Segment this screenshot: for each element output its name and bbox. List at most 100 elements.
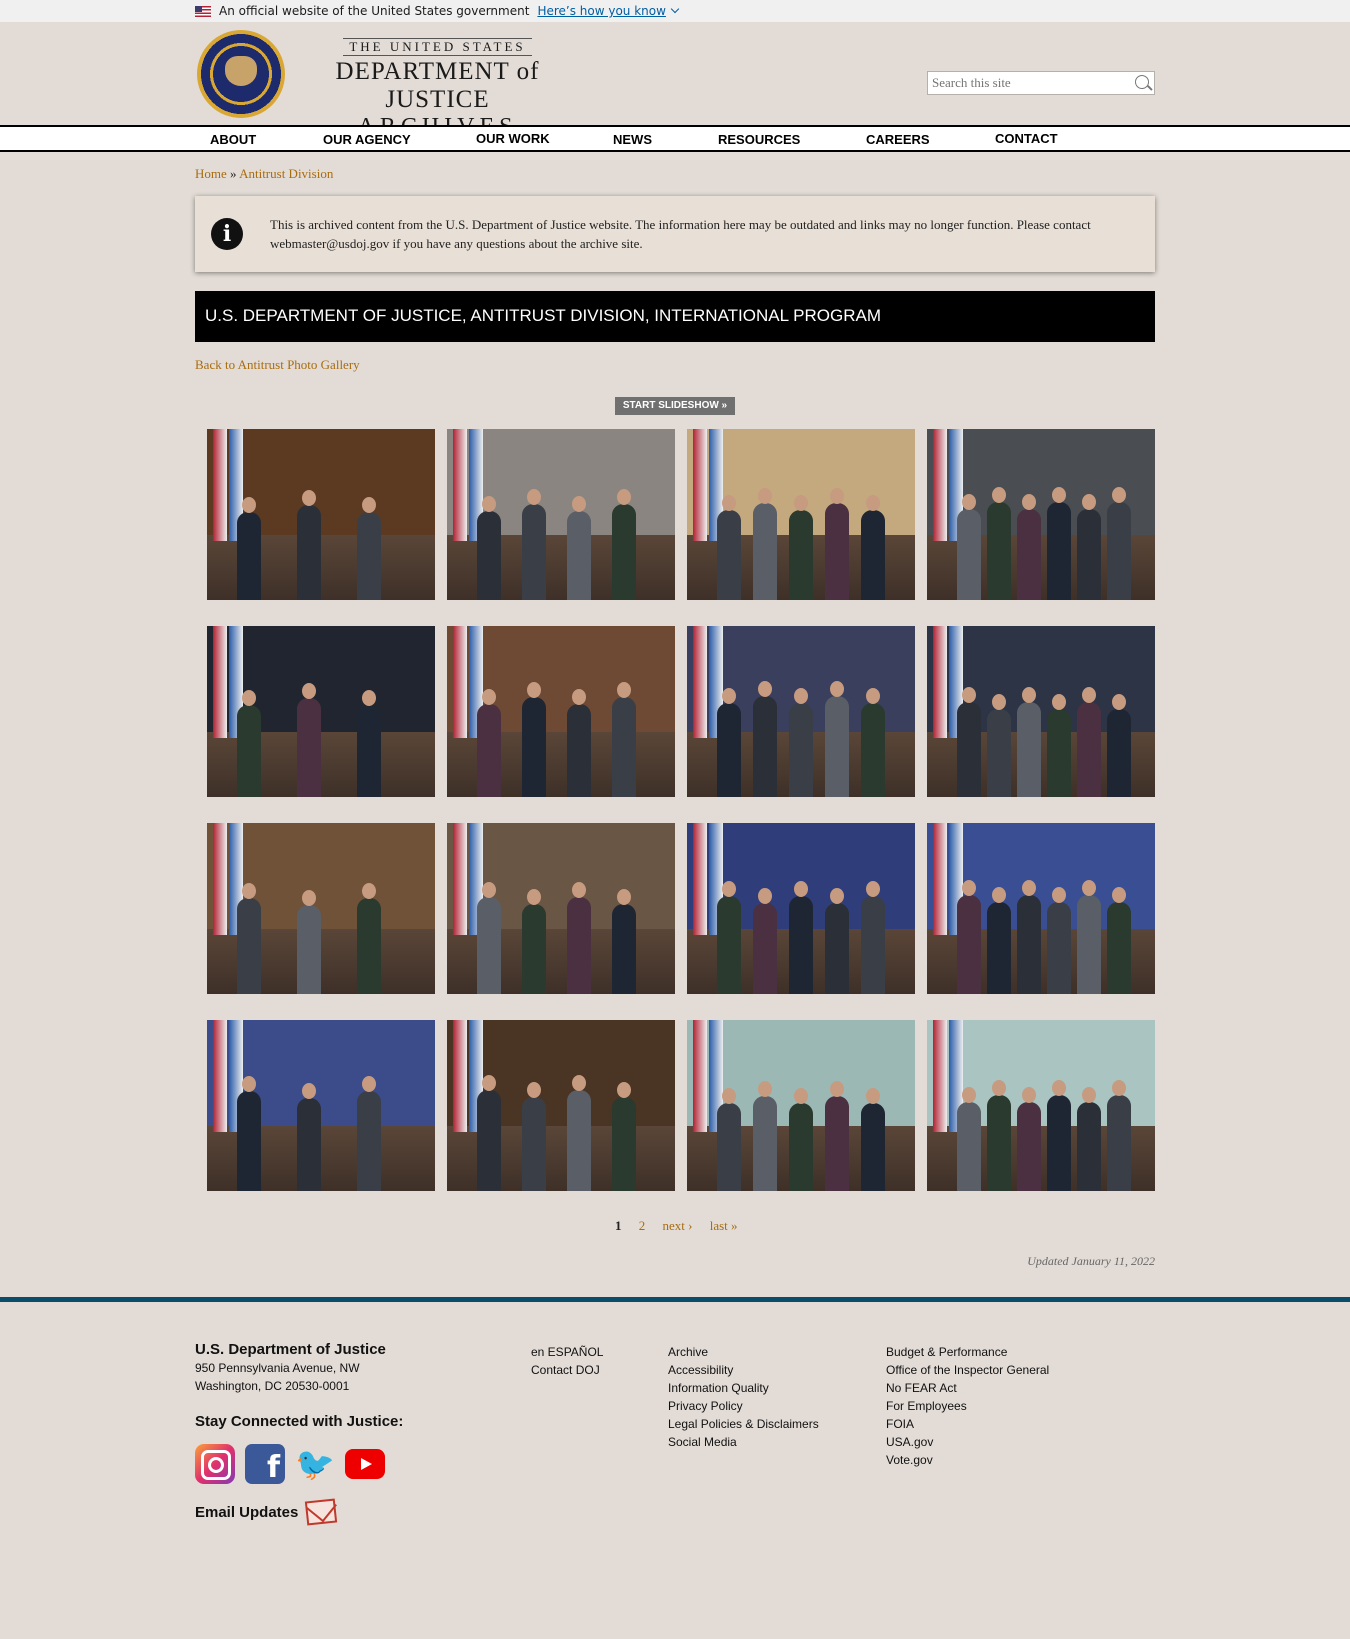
logo-line-2: DEPARTMENT of JUSTICE [335, 58, 540, 113]
footer-link[interactable]: Contact DOJ [531, 1361, 603, 1379]
person-figure [612, 889, 636, 994]
footer-link[interactable]: Privacy Policy [668, 1397, 819, 1415]
person-figure [297, 490, 321, 600]
footer-address-line-1: 950 Pennsylvania Avenue, NW [195, 1361, 360, 1375]
social-links: f 🐦 [195, 1444, 385, 1484]
start-slideshow-button[interactable]: START SLIDESHOW » [615, 397, 735, 415]
person-figure [861, 495, 885, 600]
person-figure [717, 688, 741, 797]
breadcrumb-current[interactable]: Antitrust Division [239, 166, 333, 181]
person-figure [753, 888, 777, 994]
instagram-icon[interactable] [195, 1444, 235, 1484]
nav-careers[interactable]: CAREERS [866, 132, 930, 147]
footer-link[interactable]: No FEAR Act [886, 1379, 1049, 1397]
email-updates-link[interactable]: Email Updates [195, 1498, 338, 1526]
footer-link[interactable]: Budget & Performance [886, 1343, 1049, 1361]
twitter-icon[interactable]: 🐦 [295, 1444, 335, 1484]
footer-link[interactable]: Accessibility [668, 1361, 819, 1379]
doj-seal-logo[interactable] [197, 30, 285, 118]
flag-shape [213, 429, 227, 541]
facebook-icon[interactable]: f [245, 1444, 285, 1484]
footer-link[interactable]: USA.gov [886, 1433, 1049, 1451]
back-to-gallery-link[interactable]: Back to Antitrust Photo Gallery [195, 357, 360, 373]
person-figure [717, 1088, 741, 1191]
next-page-link[interactable]: next › [663, 1218, 693, 1233]
gallery-photo[interactable] [927, 1020, 1155, 1191]
archive-notice-text: This is archived content from the U.S. D… [270, 217, 1091, 251]
footer-link[interactable]: FOIA [886, 1415, 1049, 1433]
page-2-link[interactable]: 2 [639, 1218, 646, 1233]
gallery-photo[interactable] [927, 429, 1155, 600]
breadcrumb: Home » Antitrust Division [195, 166, 333, 182]
footer-link[interactable]: Social Media [668, 1433, 819, 1451]
flag-shape [693, 823, 707, 935]
person-figure [522, 489, 546, 600]
stay-connected-heading: Stay Connected with Justice: [195, 1413, 404, 1430]
person-figure [567, 882, 591, 994]
person-figure [825, 888, 849, 994]
gallery-photo[interactable] [687, 1020, 915, 1191]
person-figure [1047, 1080, 1071, 1191]
chevron-down-icon[interactable] [670, 4, 680, 14]
person-figure [957, 494, 981, 600]
nav-our-work[interactable]: OUR WORK [476, 131, 550, 146]
person-figure [987, 694, 1011, 797]
updated-date: Updated January 11, 2022 [1027, 1254, 1155, 1268]
nav-about[interactable]: ABOUT [210, 132, 256, 147]
person-figure [789, 688, 813, 797]
person-figure [297, 683, 321, 797]
heres-how-you-know-link[interactable]: Here’s how you know [537, 4, 666, 18]
gallery-photo[interactable] [927, 823, 1155, 994]
person-figure [753, 488, 777, 600]
person-figure [987, 887, 1011, 994]
last-page-link[interactable]: last » [710, 1218, 738, 1233]
site-footer: U.S. Department of Justice 950 Pennsylva… [0, 1297, 1350, 1639]
gallery-photo[interactable] [927, 626, 1155, 797]
logo-line-1: THE UNITED STATES [343, 38, 532, 56]
person-figure [1017, 687, 1041, 797]
flag-shape [693, 1020, 707, 1132]
flag-shape [933, 823, 947, 935]
footer-link[interactable]: en ESPAÑOL [531, 1343, 603, 1361]
person-figure [1017, 494, 1041, 600]
gallery-photo[interactable] [687, 823, 915, 994]
info-icon: i [211, 218, 243, 250]
footer-address-line-2: Washington, DC 20530-0001 [195, 1379, 350, 1393]
gallery-photo[interactable] [207, 1020, 435, 1191]
breadcrumb-home[interactable]: Home [195, 166, 227, 181]
gallery-photo[interactable] [447, 823, 675, 994]
youtube-icon[interactable] [345, 1449, 385, 1479]
person-figure [567, 496, 591, 600]
nav-news[interactable]: NEWS [613, 132, 652, 147]
search-input[interactable] [928, 72, 1123, 94]
gallery-photo[interactable] [207, 626, 435, 797]
flag-shape [453, 823, 467, 935]
nav-resources[interactable]: RESOURCES [718, 132, 800, 147]
pagination: 1 2 next › last » [615, 1218, 752, 1234]
footer-link[interactable]: Vote.gov [886, 1451, 1049, 1469]
footer-col-2: Archive Accessibility Information Qualit… [668, 1343, 819, 1451]
search-icon[interactable] [1135, 75, 1149, 89]
person-figure [357, 1076, 381, 1191]
person-figure [789, 1088, 813, 1191]
gallery-photo[interactable] [447, 429, 675, 600]
gallery-photo[interactable] [687, 429, 915, 600]
nav-our-agency[interactable]: OUR AGENCY [323, 132, 411, 147]
footer-link[interactable]: Archive [668, 1343, 819, 1361]
person-figure [753, 1081, 777, 1191]
gallery-photo[interactable] [687, 626, 915, 797]
archive-notice: i This is archived content from the U.S.… [195, 196, 1155, 272]
footer-link[interactable]: Legal Policies & Disclaimers [668, 1415, 819, 1433]
person-figure [237, 497, 261, 600]
footer-link[interactable]: For Employees [886, 1397, 1049, 1415]
gallery-photo[interactable] [447, 1020, 675, 1191]
gallery-photo[interactable] [207, 823, 435, 994]
footer-link[interactable]: Office of the Inspector General [886, 1361, 1049, 1379]
gallery-photo[interactable] [207, 429, 435, 600]
footer-link[interactable]: Information Quality [668, 1379, 819, 1397]
nav-contact[interactable]: CONTACT [995, 131, 1058, 146]
person-figure [477, 496, 501, 600]
person-figure [357, 883, 381, 994]
gallery-photo[interactable] [447, 626, 675, 797]
person-figure [237, 883, 261, 994]
